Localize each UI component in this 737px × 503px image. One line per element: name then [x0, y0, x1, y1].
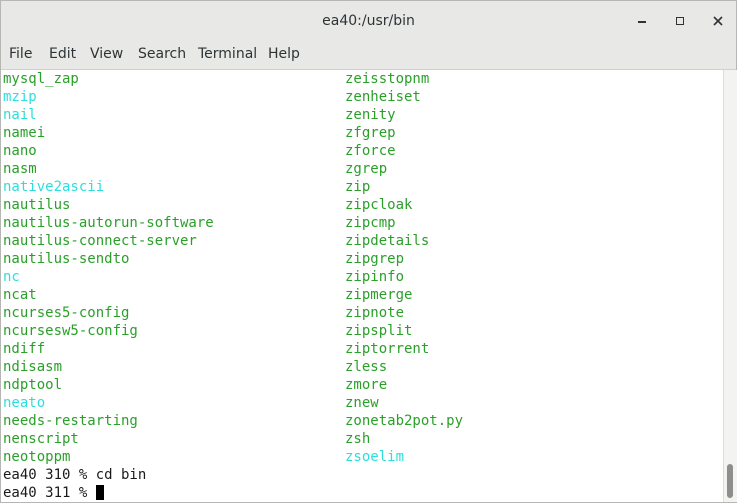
- listing-entry: namei: [3, 125, 46, 141]
- listing-entry: zipdetails: [345, 233, 430, 249]
- listing-entry: needs-restarting: [3, 413, 138, 429]
- menu-search[interactable]: Search: [138, 46, 186, 62]
- minimize-button[interactable]: [632, 11, 652, 31]
- listing-entry: neotoppm: [3, 449, 71, 465]
- prompt-text: ea40 311 %: [3, 485, 96, 501]
- listing-entry: zenity: [345, 107, 396, 123]
- listing-entry: ndptool: [3, 377, 63, 393]
- menu-terminal[interactable]: Terminal: [198, 46, 257, 62]
- listing-entry: ndiff: [3, 341, 46, 357]
- listing-entry: zenheiset: [345, 89, 421, 105]
- listing-entry: znew: [345, 395, 379, 411]
- window-title: ea40:/usr/bin: [322, 13, 415, 29]
- listing-entry: ncurses5-config: [3, 305, 130, 321]
- prompt-line[interactable]: ea40 311 %: [3, 484, 104, 502]
- scrollbar[interactable]: [723, 70, 737, 502]
- terminal-window: ea40:/usr/bin File Edit View Search Term…: [0, 0, 737, 503]
- listing-entry: zforce: [345, 143, 396, 159]
- listing-entry: zipmerge: [345, 287, 413, 303]
- close-icon: [713, 16, 723, 26]
- listing-entry: zipinfo: [345, 269, 405, 285]
- listing-entry: ncursesw5-config: [3, 323, 138, 339]
- terminal-output[interactable]: mysql_zapmzip nail namei nano nasm native2asc…: [1, 70, 723, 502]
- text-cursor: [95, 485, 104, 500]
- listing-entry: nautilus-connect-server: [3, 233, 197, 249]
- listing-entry: nano: [3, 143, 37, 159]
- listing-entry: nail: [3, 107, 37, 123]
- listing-entry: nautilus-autorun-software: [3, 215, 214, 231]
- listing-entry: nenscript: [3, 431, 79, 447]
- listing-entry: zipnote: [345, 305, 405, 321]
- listing-entry: nasm: [3, 161, 37, 177]
- listing-entry: zgrep: [345, 161, 388, 177]
- maximize-icon: [676, 17, 684, 25]
- title-bar[interactable]: ea40:/usr/bin: [1, 1, 736, 41]
- maximize-button[interactable]: [670, 11, 690, 31]
- listing-entry: zipgrep: [345, 251, 405, 267]
- close-button[interactable]: [708, 11, 728, 31]
- listing-entry: zonetab2pot.py: [345, 413, 464, 429]
- listing-entry: zsh: [345, 431, 371, 447]
- listing-entry: zipcloak: [345, 197, 413, 213]
- listing-entry: ncat: [3, 287, 37, 303]
- listing-entry: nautilus: [3, 197, 71, 213]
- menu-file[interactable]: File: [9, 46, 32, 62]
- minimize-icon: [638, 21, 646, 23]
- listing-entry: nautilus-sendto: [3, 251, 130, 267]
- scrollbar-thumb[interactable]: [727, 464, 733, 498]
- listing-entry: zeisstopnm: [345, 71, 430, 87]
- menu-help[interactable]: Help: [268, 46, 300, 62]
- listing-entry: native2ascii: [3, 179, 105, 195]
- listing-entry: mysql_zap: [3, 71, 79, 87]
- listing-entry: zmore: [345, 377, 388, 393]
- menu-bar: File Edit View Search Terminal Help: [1, 41, 736, 70]
- menu-view[interactable]: View: [90, 46, 123, 62]
- listing-entry: ndisasm: [3, 359, 63, 375]
- listing-entry: zipcmp: [345, 215, 396, 231]
- listing-entry: zipsplit: [345, 323, 413, 339]
- listing-entry: zfgrep: [345, 125, 396, 141]
- listing-entry: ziptorrent: [345, 341, 430, 357]
- listing-entry: zip: [345, 179, 371, 195]
- listing-entry: zsoelim: [345, 449, 405, 465]
- command-history-line: ea40 310 % cd bin: [3, 467, 147, 483]
- listing-entry: nc: [3, 269, 20, 285]
- menu-edit[interactable]: Edit: [49, 46, 76, 62]
- listing-entry: neato: [3, 395, 46, 411]
- listing-entry: mzip: [3, 89, 37, 105]
- listing-entry: zless: [345, 359, 388, 375]
